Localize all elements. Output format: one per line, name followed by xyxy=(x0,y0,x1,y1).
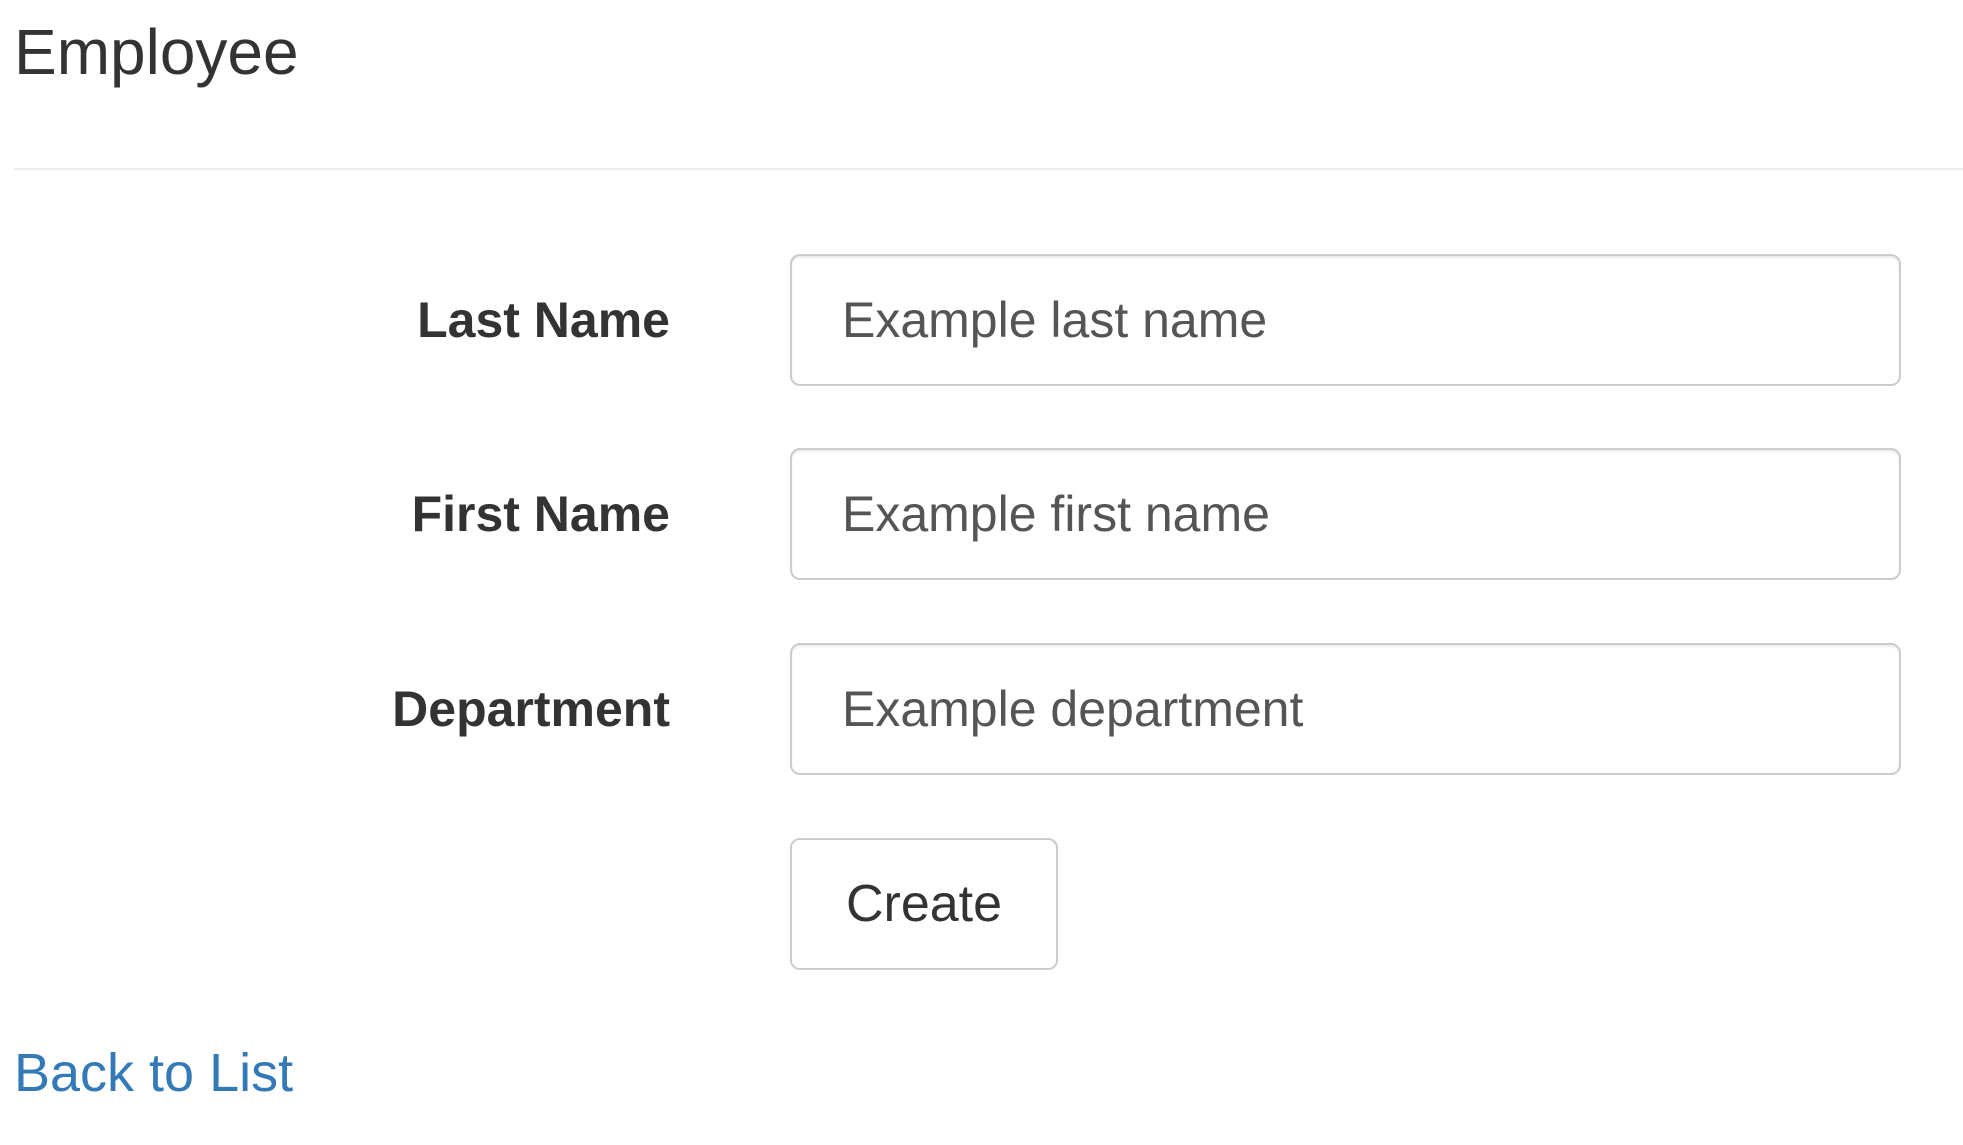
page: Employee Last Name First Name Department… xyxy=(0,0,1963,1145)
page-title: Employee xyxy=(14,16,299,88)
department-label: Department xyxy=(392,681,670,737)
last-name-input[interactable] xyxy=(790,254,1901,386)
divider xyxy=(14,168,1963,170)
department-input[interactable] xyxy=(790,643,1901,775)
back-to-list-link[interactable]: Back to List xyxy=(14,1040,293,1106)
first-name-label: First Name xyxy=(411,486,670,542)
last-name-label: Last Name xyxy=(417,292,670,348)
create-button[interactable]: Create xyxy=(790,838,1058,970)
first-name-input[interactable] xyxy=(790,448,1901,580)
